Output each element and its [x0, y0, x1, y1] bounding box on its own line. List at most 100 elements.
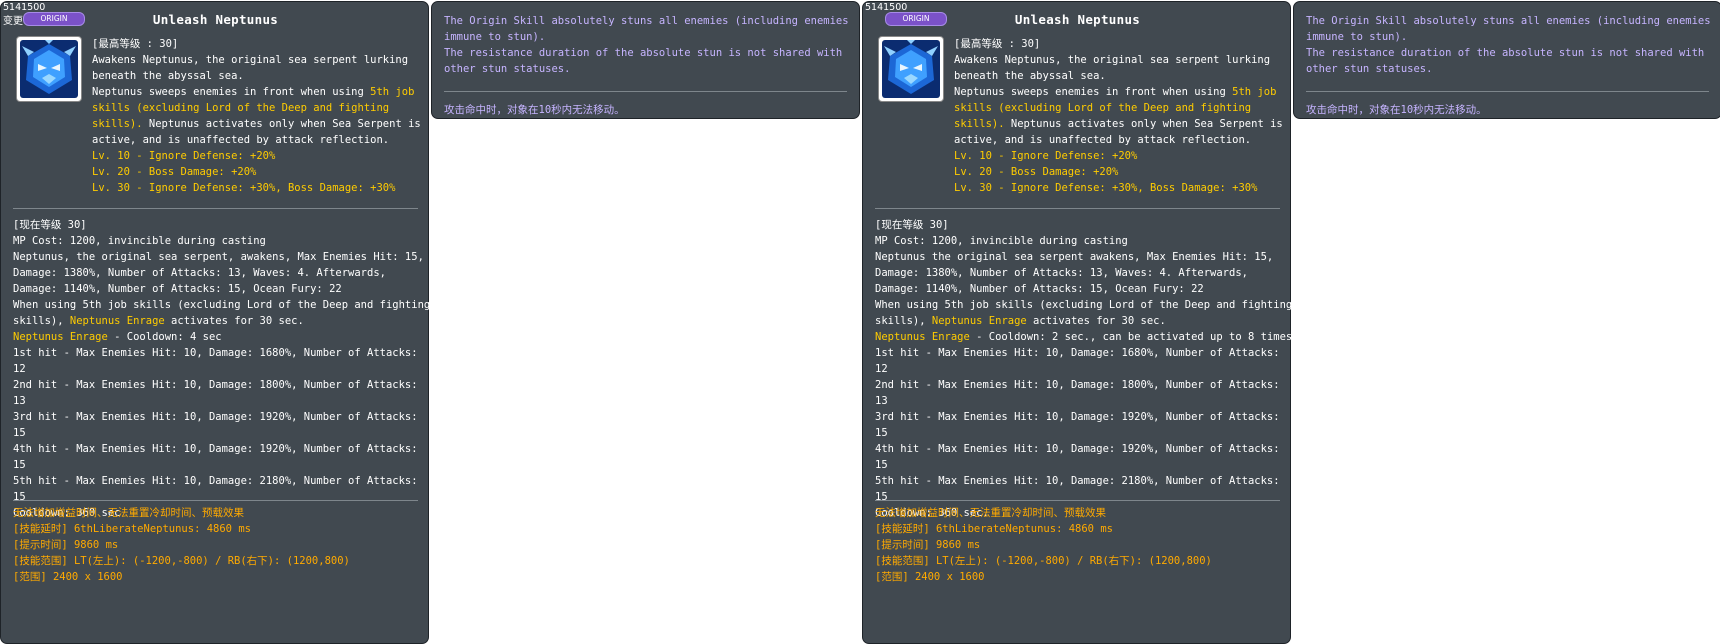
stun-note: 攻击命中时，对象在10秒内无法移动。 [444, 104, 625, 116]
text-line: [提示时间] 9860 ms [13, 539, 119, 551]
text-line: Damage: 1380%, Number of Attacks: 13, Wa… [875, 267, 1248, 279]
current-level-details: [现在等级 30] MP Cost: 1200, invincible duri… [875, 217, 1293, 521]
text-line: When using 5th job skills (excluding Lor… [875, 299, 1293, 311]
text-line: 5th hit - Max Enemies Hit: 10, Damage: 2… [13, 475, 418, 487]
text-line: other stun statuses. [1306, 63, 1433, 75]
text-line: 15 [13, 459, 26, 471]
text-line: 15 [875, 427, 888, 439]
text-line: 12 [875, 363, 888, 375]
text-line: 5th hit - Max Enemies Hit: 10, Damage: 2… [875, 475, 1280, 487]
text-line: 2nd hit - Max Enemies Hit: 10, Damage: 1… [13, 379, 418, 391]
text-line: 2nd hit - Max Enemies Hit: 10, Damage: 1… [875, 379, 1280, 391]
highlight-text: 5th job [1232, 86, 1277, 98]
text-line: Lv. 30 - Ignore Defense: +30%, Boss Dama… [954, 182, 1258, 194]
text-line: 4th hit - Max Enemies Hit: 10, Damage: 1… [875, 443, 1280, 455]
text-line: Lv. 10 - Ignore Defense: +20% [954, 150, 1138, 162]
divider [875, 500, 1280, 501]
text-line: Neptunus the original sea serpent awaken… [875, 251, 1274, 263]
text-line: skills (excluding Lord of the Deep and f… [954, 102, 1252, 114]
divider [875, 208, 1280, 209]
text-line: 3rd hit - Max Enemies Hit: 10, Damage: 1… [13, 411, 418, 423]
skill-title: Unleash Neptunus [1014, 12, 1141, 27]
text-segment: skills), [13, 315, 70, 327]
text-line: [范围] 2400 x 1600 [13, 571, 123, 583]
current-level: [现在等级 30] [875, 219, 949, 231]
text-line: Awakens Neptunus, the original sea serpe… [954, 54, 1271, 66]
highlight-text: 5th job [370, 86, 415, 98]
text-line: 1st hit - Max Enemies Hit: 10, Damage: 1… [875, 347, 1280, 359]
text-line: active, and is unaffected by attack refl… [954, 134, 1252, 146]
highlight-text: Neptunus Enrage [931, 315, 1027, 327]
text-line: Lv. 20 - Boss Damage: +20% [954, 166, 1119, 178]
text-line: The Origin Skill absolutely stuns all en… [1306, 15, 1711, 27]
text-line: Lv. 10 - Ignore Defense: +20% [92, 150, 276, 162]
text-line: [范围] 2400 x 1600 [875, 571, 985, 583]
text-line: 13 [13, 395, 26, 407]
text-line: [技能延时] 6thLiberateNeptunus: 4860 ms [13, 523, 251, 535]
text-line: 12 [13, 363, 26, 375]
text-line: Neptunus sweeps enemies in front when us… [954, 84, 1284, 100]
text-line: Lv. 20 - Boss Damage: +20% [92, 166, 257, 178]
text-segment: - Cooldown: 4 sec [107, 331, 222, 343]
current-level: [现在等级 30] [13, 219, 87, 231]
text-segment: activates for 30 sec. [1026, 315, 1166, 327]
origin-side-tooltip-right: The Origin Skill absolutely stuns all en… [1293, 1, 1720, 119]
text-line: 13 [875, 395, 888, 407]
text-line: Neptunus Enrage - Cooldown: 4 sec [13, 329, 423, 345]
highlight-text: Neptunus Enrage [875, 331, 970, 343]
divider [1306, 91, 1709, 92]
text-line: active, and is unaffected by attack refl… [92, 134, 390, 146]
text-line: 15 [13, 491, 26, 503]
text-line: skills). Neptunus activates only when Se… [954, 116, 1284, 132]
divider [13, 208, 418, 209]
text-line: other stun statuses. [444, 63, 571, 75]
text-line: [技能范围] LT(左上): (-1200,-800) / RB(右下): (1… [13, 555, 350, 567]
text-line: Lv. 30 - Ignore Defense: +30%, Boss Dama… [92, 182, 396, 194]
text-line: 无法增加增益时间、无法重置冷却时间、预载效果 [13, 507, 244, 519]
text-line: beneath the abyssal sea. [92, 70, 244, 82]
text-segment: skills), [875, 315, 932, 327]
skill-extra-info: 无法增加增益时间、无法重置冷却时间、预载效果 [技能延时] 6thLiberate… [13, 505, 423, 585]
text-line: skills), Neptunus Enrage activates for 3… [13, 313, 423, 329]
text-line: MP Cost: 1200, invincible during casting [13, 235, 266, 247]
text-line: 3rd hit - Max Enemies Hit: 10, Damage: 1… [875, 411, 1280, 423]
text-segment: activates for 30 sec. [164, 315, 304, 327]
divider [13, 500, 418, 501]
text-line: Awakens Neptunus, the original sea serpe… [92, 54, 409, 66]
skill-description: [最高等级 : 30] Awakens Neptunus, the origin… [92, 36, 422, 196]
text-segment: Neptunus sweeps enemies in front when us… [954, 86, 1233, 98]
text-line: Damage: 1140%, Number of Attacks: 15, Oc… [875, 283, 1204, 295]
text-line: MP Cost: 1200, invincible during casting [875, 235, 1128, 247]
text-line: [技能范围] LT(左上): (-1200,-800) / RB(右下): (1… [875, 555, 1212, 567]
skill-tooltip-left: 5141500 变更 ORIGIN Unleash Neptunus [最高等级… [0, 1, 431, 644]
highlight-text: Neptunus Enrage [13, 331, 108, 343]
max-level: [最高等级 : 30] [92, 38, 179, 50]
skill-title: Unleash Neptunus [152, 12, 279, 27]
text-line: The Origin Skill absolutely stuns all en… [444, 15, 849, 27]
text-line: The resistance duration of the absolute … [444, 47, 843, 59]
text-line: Neptunus, the original sea serpent, awak… [13, 251, 424, 263]
text-segment: Neptunus activates only when Sea Serpent… [142, 118, 421, 130]
text-line: Damage: 1380%, Number of Attacks: 13, Wa… [13, 267, 386, 279]
max-level: [最高等级 : 30] [954, 38, 1041, 50]
text-line: The resistance duration of the absolute … [1306, 47, 1705, 59]
neptunus-skill-icon [16, 36, 82, 102]
text-line: skills). Neptunus activates only when Se… [92, 116, 422, 132]
text-line: [提示时间] 9860 ms [875, 539, 981, 551]
text-segment: - Cooldown: 2 sec., can be activated up … [969, 331, 1293, 343]
text-line: Neptunus sweeps enemies in front when us… [92, 84, 422, 100]
neptunus-skill-icon [878, 36, 944, 102]
highlight-text: skills). [954, 118, 1005, 130]
skill-tooltip-right: 5141500 ORIGIN Unleash Neptunus [最高等级 : … [862, 1, 1293, 644]
text-line: skills (excluding Lord of the Deep and f… [92, 102, 390, 114]
text-line: 无法增加增益时间、无法重置冷却时间、预载效果 [875, 507, 1106, 519]
text-line: [技能延时] 6thLiberateNeptunus: 4860 ms [875, 523, 1113, 535]
text-line: skills), Neptunus Enrage activates for 3… [875, 313, 1285, 329]
divider [444, 91, 847, 92]
current-level-details: [现在等级 30] MP Cost: 1200, invincible duri… [13, 217, 431, 521]
text-line: Damage: 1140%, Number of Attacks: 15, Oc… [13, 283, 342, 295]
text-line: Neptunus Enrage - Cooldown: 2 sec., can … [875, 329, 1292, 345]
text-line: When using 5th job skills (excluding Lor… [13, 299, 431, 311]
text-line: 4th hit - Max Enemies Hit: 10, Damage: 1… [13, 443, 418, 455]
text-segment: Neptunus activates only when Sea Serpent… [1004, 118, 1283, 130]
